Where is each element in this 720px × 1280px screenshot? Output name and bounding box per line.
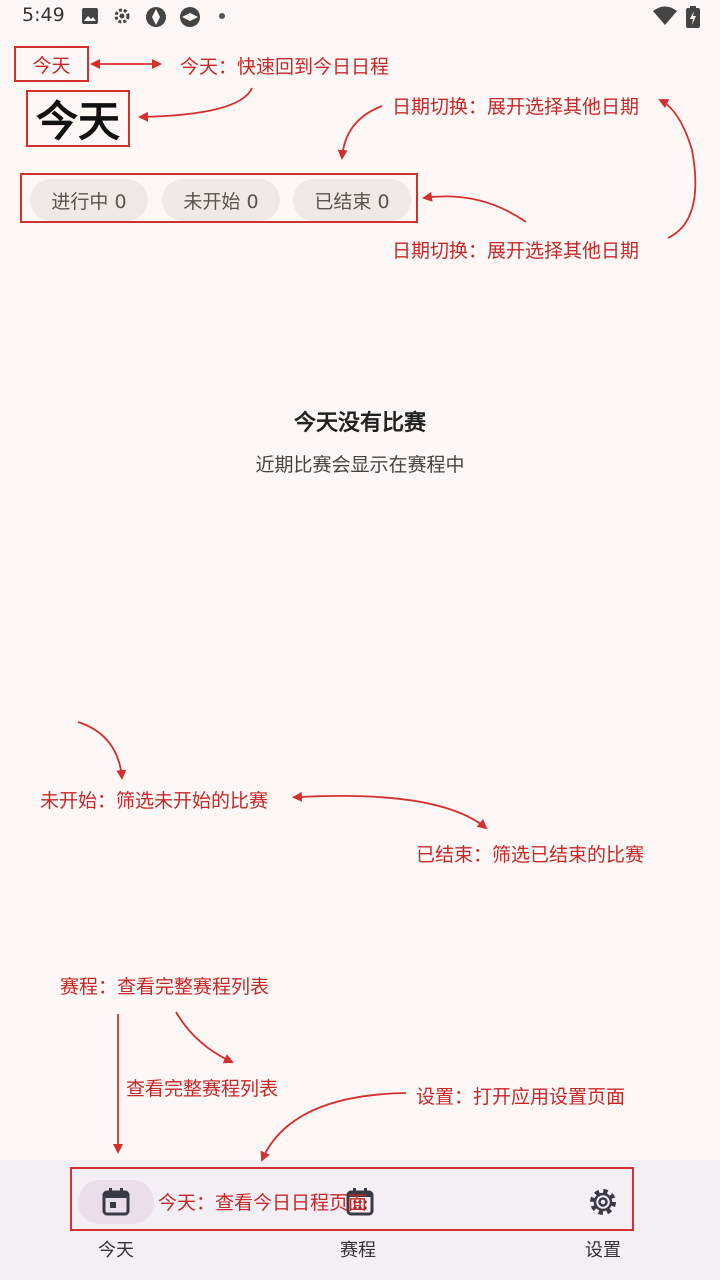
annotation-arrows [77, 59, 697, 1162]
